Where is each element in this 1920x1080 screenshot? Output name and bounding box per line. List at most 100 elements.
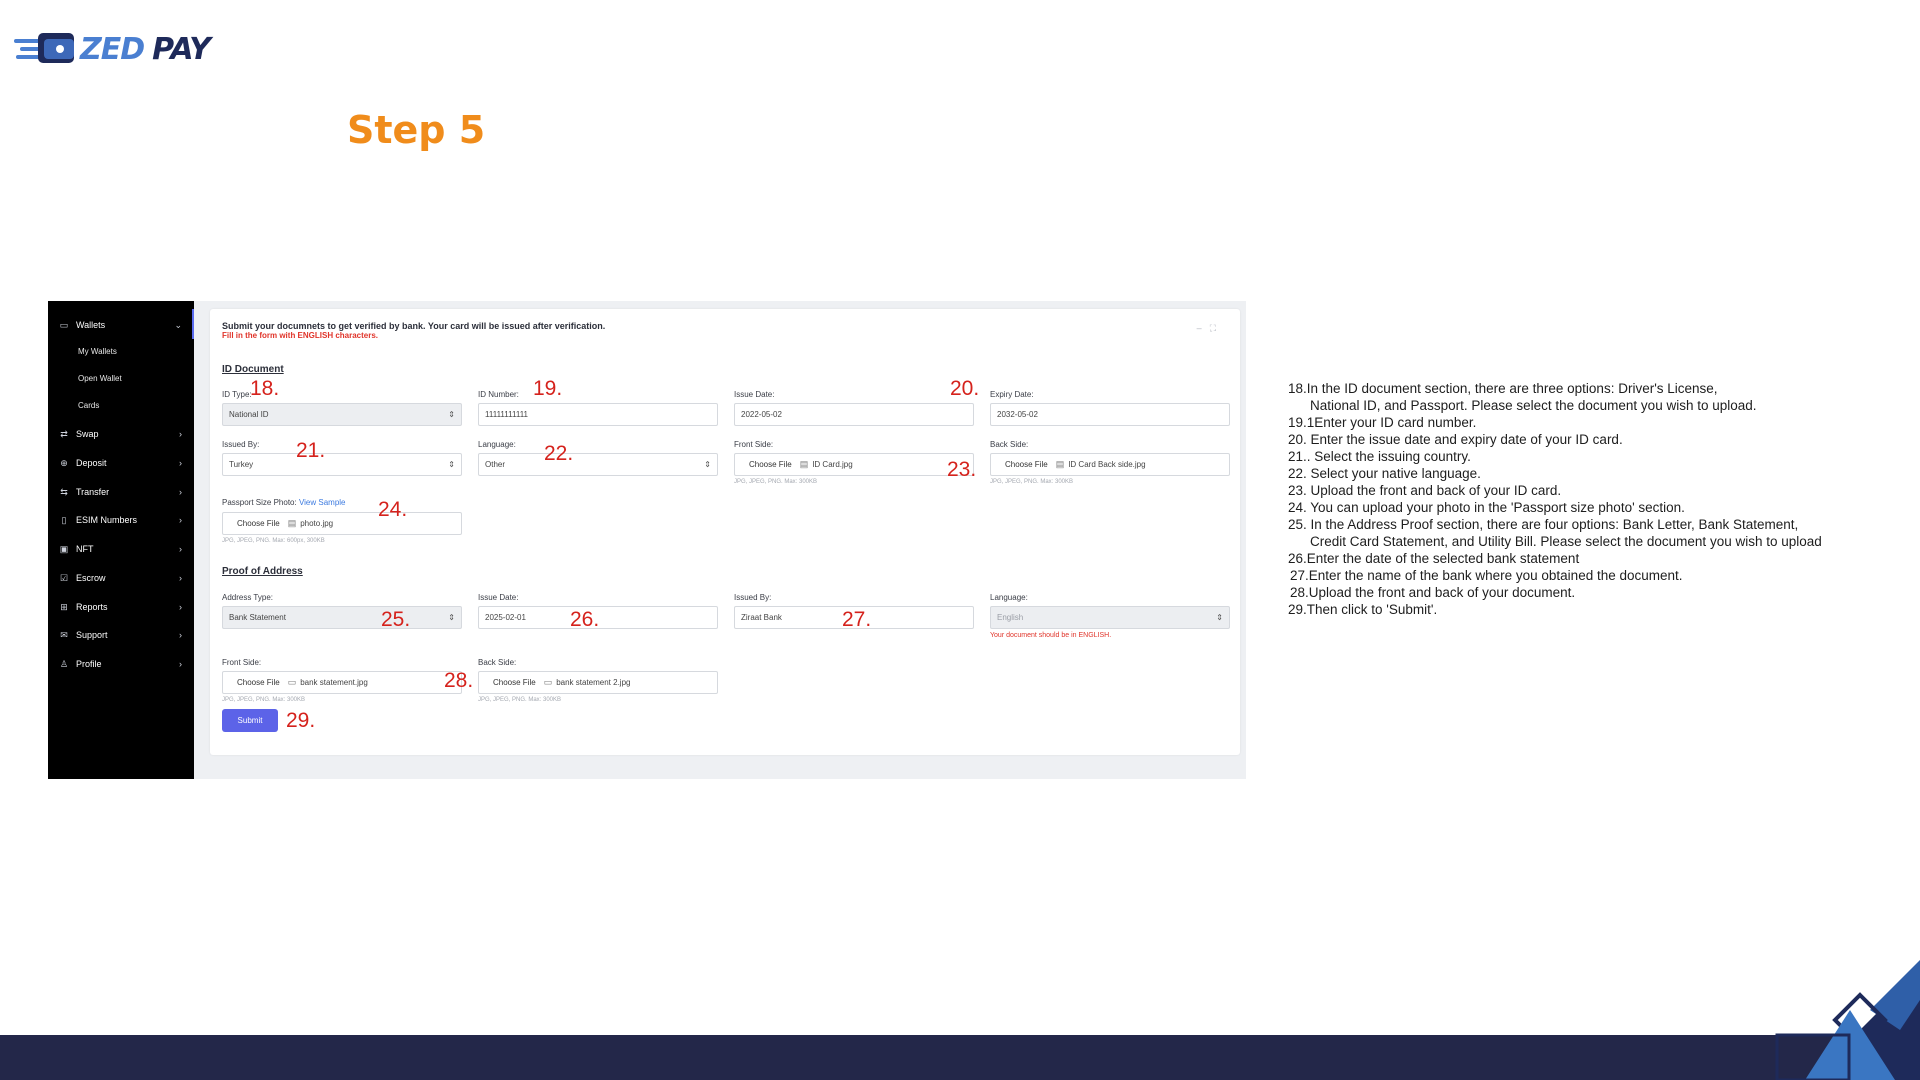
expand-icon[interactable]: ⛶: [1210, 323, 1224, 333]
logo-pay: PAY: [152, 31, 211, 67]
chevron-right-icon: ›: [179, 659, 182, 669]
instruction-line: 22. Select your native language.: [1288, 466, 1481, 481]
choose-file-button[interactable]: Choose File: [997, 460, 1056, 469]
instruction-line: 21.. Select the issuing country.: [1288, 449, 1471, 464]
address-front-side-label: Front Side:: [222, 658, 262, 667]
sidebar-item-escrow[interactable]: ☑ Escrow ›: [48, 567, 194, 589]
minimize-icon[interactable]: –: [1197, 323, 1210, 333]
id-issued-by-label: Issued By:: [222, 440, 260, 449]
card-controls[interactable]: –⛶: [1197, 323, 1224, 334]
file-hint: JPG, JPEG, PNG. Max: 300KB: [222, 697, 306, 703]
passport-photo-file[interactable]: Choose File ▤ photo.jpg: [222, 512, 462, 535]
address-front-side-file[interactable]: Choose File ▭ bank statement.jpg: [222, 671, 462, 694]
address-type-select[interactable]: Bank Statement ⇕: [222, 606, 462, 629]
sidebar-item-swap[interactable]: ⇄ Swap ›: [48, 423, 194, 445]
address-back-side-file[interactable]: Choose File ▭ bank statement 2.jpg: [478, 671, 718, 694]
submit-button[interactable]: Submit: [222, 709, 278, 732]
sidebar-subitem-my-wallets[interactable]: My Wallets: [78, 347, 117, 356]
file-hint: JPG, JPEG, PNG. Max: 300KB: [734, 479, 818, 485]
select-caret-icon: ⇕: [448, 410, 455, 419]
marker-18: 18.: [250, 377, 280, 400]
address-back-side-label: Back Side:: [478, 658, 517, 667]
id-issued-by-select[interactable]: Turkey ⇕: [222, 453, 462, 476]
id-type-select[interactable]: National ID ⇕: [222, 403, 462, 426]
id-expiry-date-label: Expiry Date:: [990, 390, 1034, 399]
instruction-line: 19.1Enter your ID card number.: [1288, 415, 1477, 430]
instruction-line: 25. In the Address Proof section, there …: [1288, 517, 1799, 532]
escrow-icon: ☑: [59, 572, 69, 583]
chevron-right-icon: ›: [179, 487, 182, 497]
file-hint: JPG, JPEG, PNG. Max: 300KB: [478, 697, 562, 703]
select-caret-icon: ⇕: [1216, 613, 1223, 622]
instruction-line: 20. Enter the issue date and expiry date…: [1288, 432, 1623, 447]
language-error: Your document should be in ENGLISH.: [990, 632, 1112, 639]
chevron-right-icon: ›: [179, 630, 182, 640]
sidebar-item-deposit[interactable]: ⊕ Deposit ›: [48, 452, 194, 474]
view-sample-link[interactable]: View Sample: [299, 498, 346, 507]
marker-29: 29.: [286, 709, 316, 732]
sidebar-item-support[interactable]: ✉ Support ›: [48, 624, 194, 646]
id-language-label: Language:: [478, 440, 516, 449]
english-warning: Fill in the form with ENGLISH characters…: [222, 331, 379, 340]
file-icon: ▭: [543, 677, 553, 687]
verification-form-card: Submit your documnets to get verified by…: [210, 309, 1240, 755]
id-document-title: ID Document: [222, 364, 284, 375]
swap-icon: ⇄: [60, 428, 68, 439]
marker-24: 24.: [378, 498, 408, 521]
id-number-label: ID Number:: [478, 390, 519, 399]
sidebar-item-wallets[interactable]: ▭ Wallets ⌄: [48, 314, 194, 336]
proof-of-address-title: Proof of Address: [222, 566, 303, 577]
corner-decoration: [1775, 960, 1920, 1080]
chevron-down-icon: ⌄: [174, 319, 182, 330]
instruction-line: Credit Card Statement, and Utility Bill.…: [1310, 534, 1822, 549]
verification-notice: Submit your documnets to get verified by…: [222, 321, 606, 331]
address-issued-by-label: Issued By:: [734, 593, 772, 602]
chevron-right-icon: ›: [179, 515, 182, 525]
marker-21: 21.: [296, 439, 326, 462]
marker-27: 27.: [842, 608, 872, 631]
instruction-line: 26.Enter the date of the selected bank s…: [1288, 551, 1580, 566]
wallet-icon: ▭: [59, 319, 69, 330]
choose-file-button[interactable]: Choose File: [229, 678, 288, 687]
address-language-select[interactable]: English ⇕: [990, 606, 1230, 629]
sidebar-subitem-cards[interactable]: Cards: [78, 401, 99, 410]
id-expiry-date-input[interactable]: 2032-05-02: [990, 403, 1230, 426]
instruction-line: National ID, and Passport. Please select…: [1310, 398, 1757, 413]
id-issue-date-input[interactable]: 2022-05-02: [734, 403, 974, 426]
sidebar-item-profile[interactable]: ♙ Profile ›: [48, 653, 194, 675]
select-caret-icon: ⇕: [704, 460, 711, 469]
marker-23: 23.: [947, 458, 977, 481]
address-type-label: Address Type:: [222, 593, 273, 602]
id-number-input[interactable]: 11111111111: [478, 403, 718, 426]
marker-25: 25.: [381, 608, 411, 631]
sidebar: ▭ Wallets ⌄ My Wallets Open Wallet Cards…: [48, 301, 194, 779]
id-back-side-file[interactable]: Choose File ▤ ID Card Back side.jpg: [990, 453, 1230, 476]
slide: ZED PAY Step 5 ▭ Wallets ⌄ My Wallets Ope…: [0, 0, 1920, 1080]
instruction-line: 23. Upload the front and back of your ID…: [1288, 483, 1562, 498]
sidebar-item-esim-numbers[interactable]: ▯ ESIM Numbers ›: [48, 509, 194, 531]
logo-zed: ZED: [80, 31, 145, 67]
chevron-right-icon: ›: [179, 458, 182, 468]
file-icon: ▭: [287, 677, 297, 687]
choose-file-button[interactable]: Choose File: [741, 460, 800, 469]
id-front-side-label: Front Side:: [734, 440, 774, 449]
sidebar-item-reports[interactable]: ⊞ Reports ›: [48, 596, 194, 618]
choose-file-button[interactable]: Choose File: [229, 519, 288, 528]
chevron-right-icon: ›: [179, 602, 182, 612]
address-issue-date-label: Issue Date:: [478, 593, 519, 602]
id-type-label: ID Type:: [222, 390, 252, 399]
sidebar-subitem-open-wallet[interactable]: Open Wallet: [78, 374, 122, 383]
sidebar-item-nft[interactable]: ▣ NFT ›: [48, 538, 194, 560]
select-caret-icon: ⇕: [448, 613, 455, 622]
sidebar-item-transfer[interactable]: ⇆ Transfer ›: [48, 481, 194, 503]
zedpay-logo-icon: [14, 33, 74, 63]
choose-file-button[interactable]: Choose File: [485, 678, 544, 687]
chevron-right-icon: ›: [179, 429, 182, 439]
chevron-right-icon: ›: [179, 573, 182, 583]
marker-19: 19.: [533, 377, 563, 400]
image-file-icon: ▤: [1055, 459, 1065, 469]
chevron-right-icon: ›: [179, 544, 182, 554]
transfer-icon: ⇆: [60, 486, 68, 497]
id-front-side-file[interactable]: Choose File ▤ ID Card.jpg: [734, 453, 974, 476]
id-language-select[interactable]: Other ⇕: [478, 453, 718, 476]
